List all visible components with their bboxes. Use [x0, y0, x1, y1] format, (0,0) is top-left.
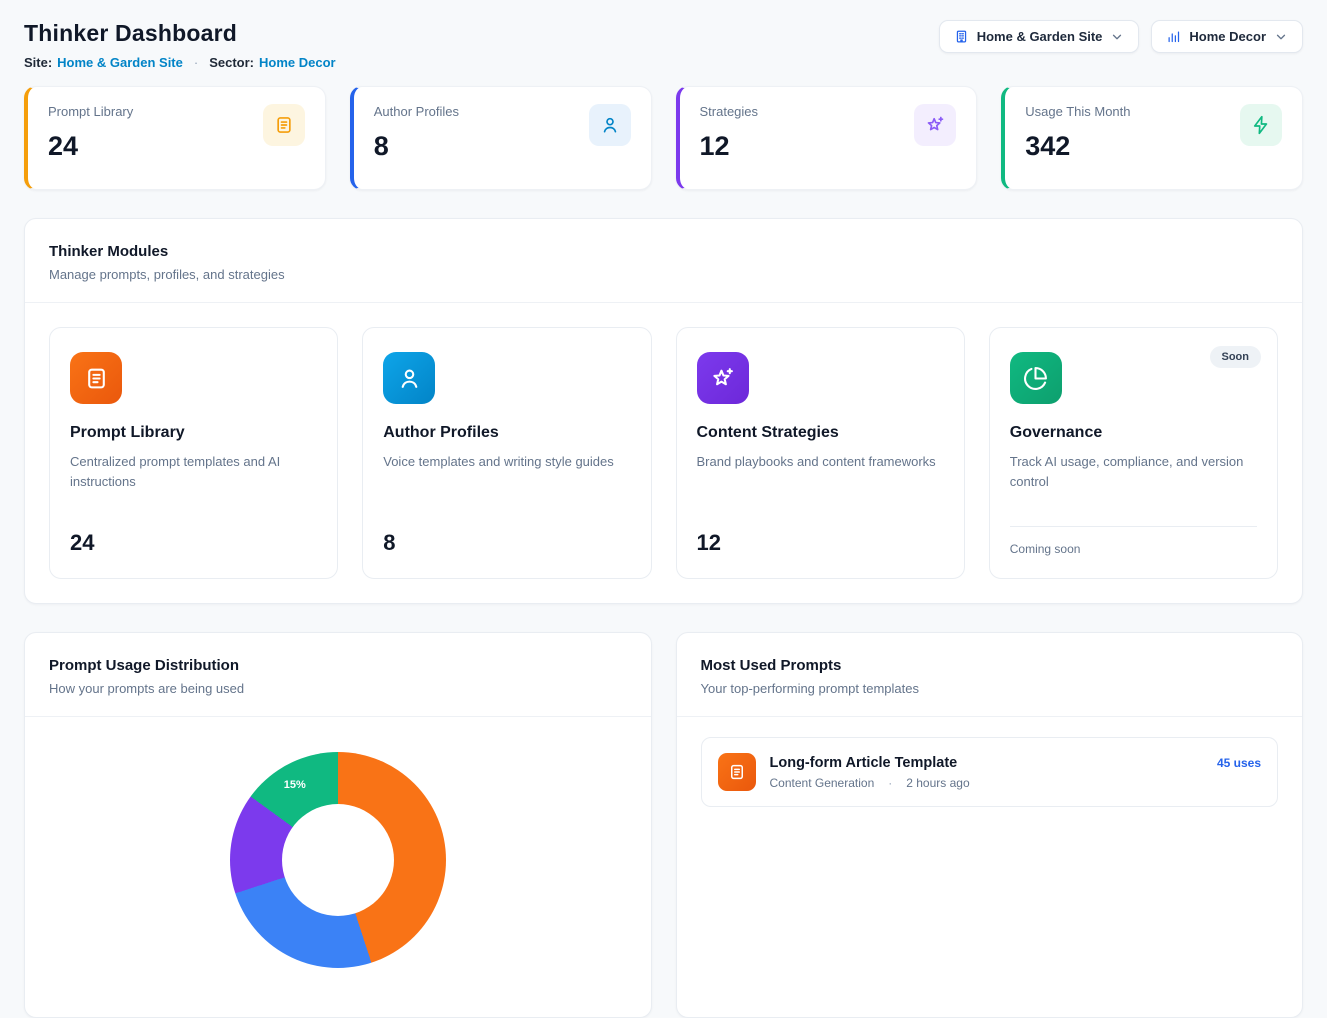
sector-label: Sector: — [209, 55, 254, 70]
module-count: 8 — [383, 530, 630, 556]
building-icon — [954, 29, 969, 44]
module-count: 24 — [70, 530, 317, 556]
site-selector-label: Home & Garden Site — [977, 29, 1103, 44]
thinker-dashboard-page: Thinker Dashboard Site: Home & Garden Si… — [0, 0, 1327, 1018]
module-description: Centralized prompt templates and AI inst… — [70, 452, 317, 492]
stat-info: Usage This Month 342 — [1025, 104, 1130, 172]
stat-info: Strategies 12 — [700, 104, 759, 172]
donut-chart: 15% — [25, 717, 651, 1017]
lightning-icon — [1240, 104, 1282, 146]
stat-label: Strategies — [700, 104, 759, 119]
card-header: Prompt Usage Distribution How your promp… — [25, 633, 651, 717]
stat-label: Usage This Month — [1025, 104, 1130, 119]
bar-chart-icon — [1166, 29, 1181, 44]
separator-dot: · — [888, 776, 892, 790]
donut-hole — [282, 804, 394, 916]
pie-chart-icon — [1010, 352, 1062, 404]
coming-soon-label: Coming soon — [1010, 542, 1081, 556]
card-header: Most Used Prompts Your top-performing pr… — [677, 633, 1303, 717]
stat-value: 8 — [374, 131, 459, 162]
module-card-author-profiles[interactable]: Author Profiles Voice templates and writ… — [362, 327, 651, 579]
prompt-time: 2 hours ago — [906, 776, 969, 790]
module-description: Track AI usage, compliance, and version … — [1010, 452, 1257, 492]
prompt-title: Long-form Article Template — [770, 755, 1203, 771]
chevron-down-icon — [1110, 30, 1124, 44]
site-link[interactable]: Home & Garden Site — [57, 55, 183, 70]
user-icon — [383, 352, 435, 404]
panel-header: Thinker Modules Manage prompts, profiles… — [25, 219, 1302, 303]
site-selector-dropdown[interactable]: Home & Garden Site — [939, 20, 1140, 53]
sparkle-star-icon — [697, 352, 749, 404]
stat-card-usage: Usage This Month 342 — [1001, 86, 1303, 190]
bottom-row: Prompt Usage Distribution How your promp… — [24, 632, 1303, 1018]
stat-card-strategies: Strategies 12 — [676, 86, 978, 190]
sector-selector-dropdown[interactable]: Home Decor — [1151, 20, 1303, 53]
usage-donut: 15% — [230, 752, 446, 968]
stat-label: Author Profiles — [374, 104, 459, 119]
donut-segment-label: 15% — [284, 779, 306, 791]
stat-info: Author Profiles 8 — [374, 104, 459, 172]
header: Thinker Dashboard Site: Home & Garden Si… — [24, 20, 1303, 70]
panel-title: Thinker Modules — [49, 243, 1278, 260]
prompt-uses-badge: 45 uses — [1217, 756, 1261, 770]
module-footer: Coming soon — [1010, 526, 1257, 556]
module-count: 12 — [697, 530, 944, 556]
stat-value: 342 — [1025, 131, 1130, 162]
module-description: Voice templates and writing style guides — [383, 452, 630, 472]
document-icon — [263, 104, 305, 146]
stat-card-prompt-library: Prompt Library 24 — [24, 86, 326, 190]
sparkle-star-icon — [914, 104, 956, 146]
panel-subtitle: Manage prompts, profiles, and strategies — [49, 267, 1278, 282]
card-subtitle: How your prompts are being used — [49, 681, 627, 696]
soon-badge: Soon — [1210, 346, 1262, 368]
card-title: Most Used Prompts — [701, 657, 1279, 674]
document-icon — [70, 352, 122, 404]
prompt-list: Long-form Article Template Content Gener… — [677, 717, 1303, 827]
usage-distribution-card: Prompt Usage Distribution How your promp… — [24, 632, 652, 1018]
document-icon — [718, 753, 756, 791]
prompt-meta: Content Generation · 2 hours ago — [770, 776, 1203, 790]
module-title: Prompt Library — [70, 424, 317, 442]
header-left: Thinker Dashboard Site: Home & Garden Si… — [24, 20, 336, 70]
separator-dot: · — [194, 55, 198, 70]
breadcrumb: Site: Home & Garden Site · Sector: Home … — [24, 55, 336, 70]
page-title: Thinker Dashboard — [24, 20, 336, 47]
module-card-content-strategies[interactable]: Content Strategies Brand playbooks and c… — [676, 327, 965, 579]
sector-link[interactable]: Home Decor — [259, 55, 336, 70]
module-title: Governance — [1010, 424, 1257, 442]
stats-row: Prompt Library 24 Author Profiles 8 Stra… — [24, 86, 1303, 190]
stat-info: Prompt Library 24 — [48, 104, 133, 172]
modules-grid: Prompt Library Centralized prompt templa… — [25, 303, 1302, 603]
stat-card-author-profiles: Author Profiles 8 — [350, 86, 652, 190]
chevron-down-icon — [1274, 30, 1288, 44]
header-actions: Home & Garden Site Home Decor — [939, 20, 1303, 53]
site-label: Site: — [24, 55, 52, 70]
card-subtitle: Your top-performing prompt templates — [701, 681, 1279, 696]
card-title: Prompt Usage Distribution — [49, 657, 627, 674]
prompt-info: Long-form Article Template Content Gener… — [770, 755, 1203, 790]
stat-label: Prompt Library — [48, 104, 133, 119]
module-card-governance[interactable]: Soon Governance Track AI usage, complian… — [989, 327, 1278, 579]
prompt-category: Content Generation — [770, 776, 875, 790]
most-used-prompts-card: Most Used Prompts Your top-performing pr… — [676, 632, 1304, 1018]
module-description: Brand playbooks and content frameworks — [697, 452, 944, 472]
user-icon — [589, 104, 631, 146]
module-title: Content Strategies — [697, 424, 944, 442]
prompt-list-item[interactable]: Long-form Article Template Content Gener… — [701, 737, 1279, 807]
module-title: Author Profiles — [383, 424, 630, 442]
module-card-prompt-library[interactable]: Prompt Library Centralized prompt templa… — [49, 327, 338, 579]
thinker-modules-panel: Thinker Modules Manage prompts, profiles… — [24, 218, 1303, 604]
stat-value: 12 — [700, 131, 759, 162]
sector-selector-label: Home Decor — [1189, 29, 1266, 44]
stat-value: 24 — [48, 131, 133, 162]
